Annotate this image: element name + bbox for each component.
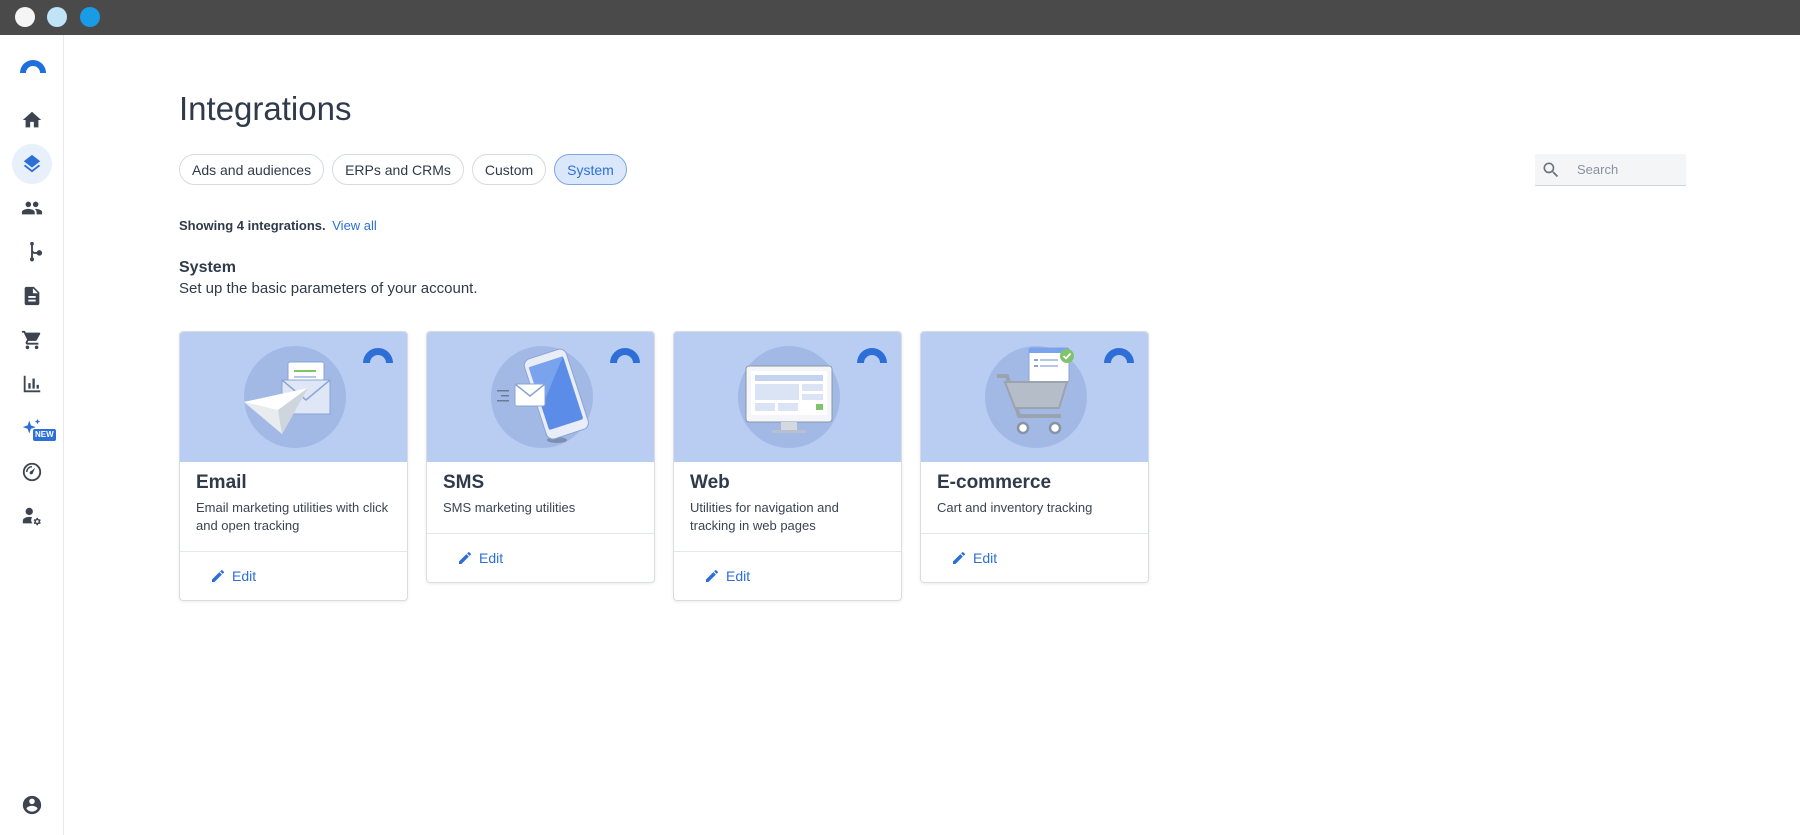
card-title: Email xyxy=(196,472,247,493)
card-hero xyxy=(674,332,901,462)
view-all-link[interactable]: View all xyxy=(332,218,377,233)
sidebar-item-contacts[interactable] xyxy=(12,188,52,228)
card-title: E-commerce xyxy=(937,472,1052,493)
window-minimize-button[interactable] xyxy=(47,7,67,27)
edit-label: Edit xyxy=(479,550,504,566)
window-titlebar xyxy=(0,0,1800,35)
account-circle-icon xyxy=(22,795,42,815)
bar-chart-icon xyxy=(23,375,41,393)
pencil-icon xyxy=(953,551,966,564)
sidebar-item-commerce[interactable] xyxy=(12,320,52,360)
edit-button[interactable]: Edit xyxy=(704,568,750,584)
card-body: E-commerce Cart and inventory tracking xyxy=(921,462,1148,534)
fork-icon xyxy=(29,241,43,262)
integration-cards: Email Email marketing utilities with cli… xyxy=(179,331,1149,601)
edit-label: Edit xyxy=(973,550,998,566)
card-description: Utilities for navigation and tracking in… xyxy=(690,500,839,533)
brand-arc-icon xyxy=(1104,348,1134,363)
integrations-count-text: Showing 4 integrations. xyxy=(179,218,326,233)
sidebar-item-ai[interactable]: NEW xyxy=(12,408,56,448)
edit-button[interactable]: Edit xyxy=(210,568,256,584)
sidebar-item-home[interactable] xyxy=(12,100,52,140)
logo-icon xyxy=(20,60,46,73)
search-box xyxy=(1535,154,1686,186)
search-input[interactable] xyxy=(1577,162,1677,177)
pencil-icon xyxy=(706,569,719,582)
tab-ads-and-audiences[interactable]: Ads and audiences xyxy=(179,154,325,185)
card-title: Web xyxy=(690,472,730,493)
cart-illustration-icon xyxy=(997,347,1074,435)
sidebar-item-dashboard[interactable] xyxy=(12,452,52,492)
section-description: Set up the basic parameters of your acco… xyxy=(179,280,478,297)
people-icon xyxy=(21,201,43,215)
sidebar-item-user-settings[interactable] xyxy=(12,496,52,536)
tab-erps-and-crms[interactable]: ERPs and CRMs xyxy=(332,154,464,185)
brand-arc-icon xyxy=(363,348,393,363)
edit-label: Edit xyxy=(232,568,257,584)
card-body: Web Utilities for navigation and trackin… xyxy=(674,462,901,552)
integration-card-ecommerce: E-commerce Cart and inventory tracking E… xyxy=(920,331,1149,583)
integration-card-email: Email Email marketing utilities with cli… xyxy=(179,331,408,601)
brand-arc-icon xyxy=(857,348,887,363)
home-icon xyxy=(22,111,42,128)
window-maximize-button[interactable] xyxy=(80,7,100,27)
section-title: System xyxy=(179,259,236,276)
integrations-count: Showing 4 integrations. View all xyxy=(179,218,377,233)
edit-button[interactable]: Edit xyxy=(951,550,997,566)
pencil-icon xyxy=(212,569,225,582)
integration-card-web: Web Utilities for navigation and trackin… xyxy=(673,331,902,601)
sidebar: NEW xyxy=(0,35,64,835)
email-illustration-icon xyxy=(244,361,331,434)
tab-system[interactable]: System xyxy=(554,154,627,185)
card-footer: Edit xyxy=(921,534,1148,582)
tab-custom[interactable]: Custom xyxy=(471,154,547,185)
card-body: SMS SMS marketing utilities xyxy=(427,462,654,534)
sidebar-item-integrations[interactable] xyxy=(12,144,52,184)
integration-card-sms: SMS SMS marketing utilities Edit xyxy=(426,331,655,583)
gauge-icon xyxy=(22,462,42,482)
sidebar-item-reports[interactable] xyxy=(12,364,52,404)
sidebar-item-content[interactable] xyxy=(12,276,52,316)
card-description: SMS marketing utilities xyxy=(443,500,576,515)
card-footer: Edit xyxy=(180,552,407,600)
document-icon xyxy=(24,286,40,306)
card-body: Email Email marketing utilities with cli… xyxy=(180,462,407,552)
card-hero xyxy=(921,332,1148,462)
pencil-icon xyxy=(459,551,472,564)
layers-icon xyxy=(23,154,41,173)
card-description: Email marketing utilities with click and… xyxy=(196,500,389,533)
sms-illustration-icon xyxy=(497,348,589,443)
window-close-button[interactable] xyxy=(15,7,35,27)
edit-button[interactable]: Edit xyxy=(457,550,503,566)
monitor-illustration-icon xyxy=(745,365,833,433)
user-settings-icon xyxy=(22,507,41,526)
card-title: SMS xyxy=(443,472,485,493)
card-footer: Edit xyxy=(427,534,654,582)
sidebar-item-account[interactable] xyxy=(12,785,52,825)
brand-arc-icon xyxy=(610,348,640,363)
card-hero xyxy=(427,332,654,462)
search-icon xyxy=(1543,162,1559,177)
page-title: Integrations xyxy=(179,90,352,127)
main-content: Integrations Ads and audiences ERPs and … xyxy=(179,35,1800,835)
category-tabs: Ads and audiences ERPs and CRMs Custom S… xyxy=(179,154,627,185)
edit-label: Edit xyxy=(726,568,751,584)
card-description: Cart and inventory tracking xyxy=(937,500,1093,515)
sidebar-item-automation[interactable] xyxy=(12,232,52,272)
card-hero xyxy=(180,332,407,462)
cart-icon xyxy=(21,330,41,350)
card-footer: Edit xyxy=(674,552,901,600)
new-badge: NEW xyxy=(33,429,56,441)
